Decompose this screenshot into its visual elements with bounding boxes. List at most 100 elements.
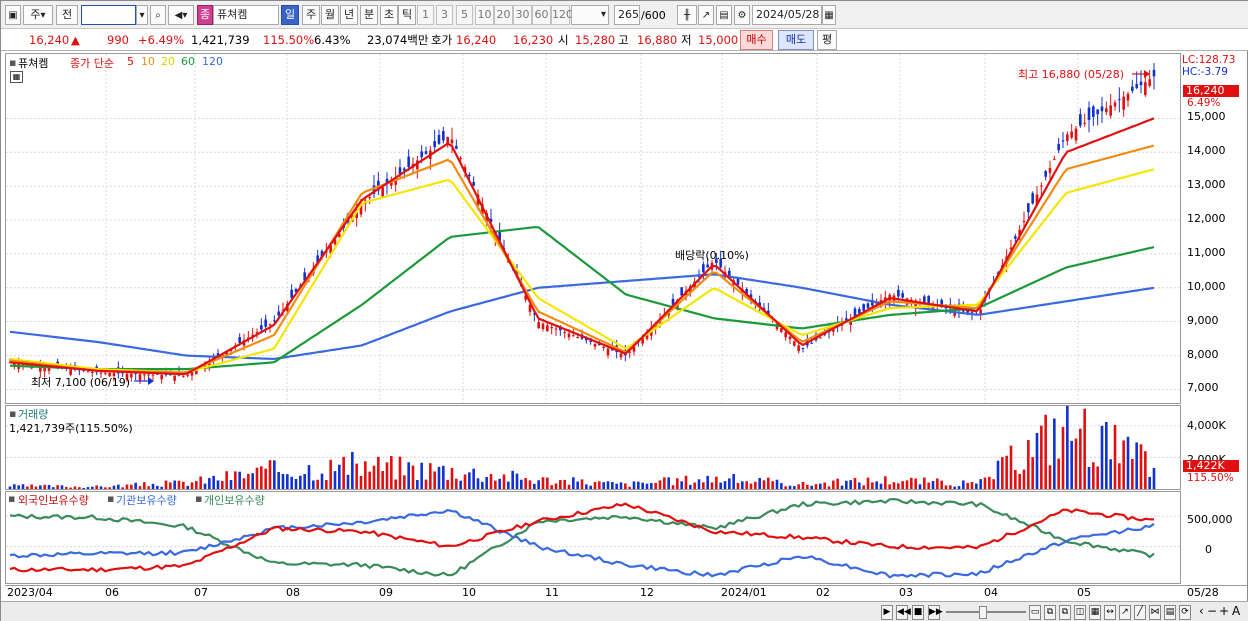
volume-bar (26, 486, 29, 489)
speaker-icon[interactable]: ◀▾ (168, 5, 194, 25)
open-value: 15,280 (575, 33, 616, 47)
layout-icon[interactable]: ▭ (1029, 605, 1041, 620)
volume-bar (944, 485, 948, 489)
font-size-icon[interactable]: A (1232, 604, 1240, 618)
period-second-button[interactable]: 초 (380, 5, 398, 25)
stop-icon[interactable]: ■ (912, 605, 924, 620)
line-tool-icon[interactable]: ╱ (1134, 605, 1146, 620)
volume-bar (966, 482, 969, 489)
stock-badge: 종 (197, 5, 213, 25)
pattern-icon[interactable]: ⋈ (1149, 605, 1161, 620)
period-month-button[interactable]: 월 (321, 5, 339, 25)
sell-button[interactable]: 매도 (778, 30, 814, 50)
holdings-axis: 500,000 0 (1181, 491, 1247, 584)
trend-icon[interactable]: ↗ (1119, 605, 1131, 620)
buy-button[interactable]: 매수 (740, 30, 773, 50)
zoom-in-icon[interactable]: + (1219, 604, 1229, 618)
cycle-icon[interactable]: ⟳ (1179, 605, 1191, 620)
image-icon[interactable]: ▦ (1089, 605, 1101, 620)
zoom-out-icon[interactable]: − (1207, 604, 1217, 618)
average-button[interactable]: 평 (817, 30, 837, 50)
split-icon[interactable]: ◫ (1074, 605, 1086, 620)
volume-bar (329, 459, 332, 489)
last-price-pct: 6.49% (1187, 97, 1221, 109)
volume-bar (559, 480, 562, 489)
volume-bar (407, 462, 410, 489)
volume-bar (1053, 418, 1056, 489)
x-tick-label: 04 (984, 586, 998, 599)
ma10-label: 10 (141, 55, 155, 68)
copy-icon[interactable]: ⧉ (1059, 605, 1071, 620)
code-input[interactable]: 220100 (81, 5, 136, 25)
ma-label: 종가 단순 (70, 57, 114, 70)
volume-bar (65, 486, 68, 489)
period-week-button[interactable]: 주 (302, 5, 320, 25)
volume-bar (398, 456, 402, 489)
period-year-button[interactable]: 년 (340, 5, 358, 25)
forward-icon[interactable]: ▶▶ (928, 605, 943, 620)
prev-button[interactable]: 전 (56, 5, 78, 25)
type-select[interactable]: 주▾ (23, 5, 53, 25)
volume-bar (910, 477, 913, 489)
volume-bar (1070, 440, 1073, 489)
scroll-right-icon[interactable]: ▶ (881, 605, 893, 620)
volume-bar (437, 466, 441, 489)
interval-120-button[interactable]: 120 (551, 5, 573, 25)
candle-body (468, 174, 471, 177)
holdings-tick-label: 500,000 (1187, 513, 1233, 526)
candle-body (546, 325, 549, 332)
holdings-pane[interactable]: ▪ 외국인보유수량 ▪ 기관보유수량 ▪ 개인보유수량 × (5, 491, 1245, 584)
volume-bar (502, 474, 506, 489)
period-minute-button[interactable]: 분 (360, 5, 378, 25)
interval-1-button[interactable]: 1 (417, 5, 434, 25)
volume-bar (108, 487, 111, 489)
volume-pane[interactable]: ▪ 거래량 1,421,739주(115.50%) × (5, 405, 1245, 490)
candle-body (160, 374, 163, 380)
candle-body (1057, 143, 1060, 151)
candle-body (186, 374, 189, 376)
grid-icon[interactable]: ▤ (1164, 605, 1176, 620)
date-input[interactable]: 2024/05/28 (752, 5, 822, 25)
volume-bar (281, 473, 285, 489)
compare-icon[interactable]: ⧉ (1044, 605, 1056, 620)
interval-custom-select[interactable]: ▾ (571, 5, 609, 25)
count-input[interactable]: 265 (614, 5, 640, 25)
candle-body (728, 270, 731, 277)
candle-body (398, 167, 402, 174)
rewind-icon[interactable]: ◀◀ (896, 605, 911, 620)
low-note: 최저 7,100 (06/19) (31, 376, 131, 389)
volume-bar (1079, 428, 1082, 489)
code-dropdown-icon[interactable]: ▾ (136, 5, 148, 25)
interval-5-button[interactable]: 5 (456, 5, 473, 25)
candle-body (1074, 128, 1078, 141)
interval-60-button[interactable]: 60 (532, 5, 551, 25)
window-icon[interactable]: ▣ (5, 5, 21, 25)
search-icon[interactable]: ⌕ (150, 5, 166, 25)
nav-prev-icon[interactable]: ‹ (1199, 604, 1204, 618)
period-day-button[interactable]: 일 (281, 5, 299, 25)
volume-bar (741, 481, 744, 489)
draw-tool-icon[interactable]: ↗ (698, 5, 714, 25)
volume-bar (47, 484, 51, 489)
table-icon[interactable]: ▦ (10, 71, 23, 83)
volume-bar (420, 462, 423, 489)
interval-10-button[interactable]: 10 (475, 5, 494, 25)
calendar-icon[interactable]: ▦ (822, 5, 836, 25)
interval-20-button[interactable]: 20 (494, 5, 513, 25)
volume-bar (983, 477, 987, 489)
candle-body (801, 348, 805, 350)
volume-bar (299, 475, 302, 489)
volume-bar (190, 482, 194, 489)
candle-body (1096, 109, 1099, 115)
indicator-icon[interactable]: ↔ (1104, 605, 1116, 620)
interval-3-button[interactable]: 3 (436, 5, 453, 25)
price-pane[interactable]: ▪ 퓨쳐켐 종가 단순 5 10 20 60 120 ▦ 최고 16,880 (… (5, 53, 1181, 404)
candle-style-icon[interactable]: ╫ (677, 5, 697, 25)
interval-30-button[interactable]: 30 (513, 5, 532, 25)
save-icon[interactable]: ▤ (716, 5, 732, 25)
slider-handle[interactable] (979, 606, 987, 619)
gear-icon[interactable]: ⚙ (734, 5, 750, 25)
candle-body (541, 323, 545, 330)
period-tick-button[interactable]: 틱 (398, 5, 416, 25)
stock-name-field[interactable]: 퓨쳐켐 (213, 5, 279, 25)
